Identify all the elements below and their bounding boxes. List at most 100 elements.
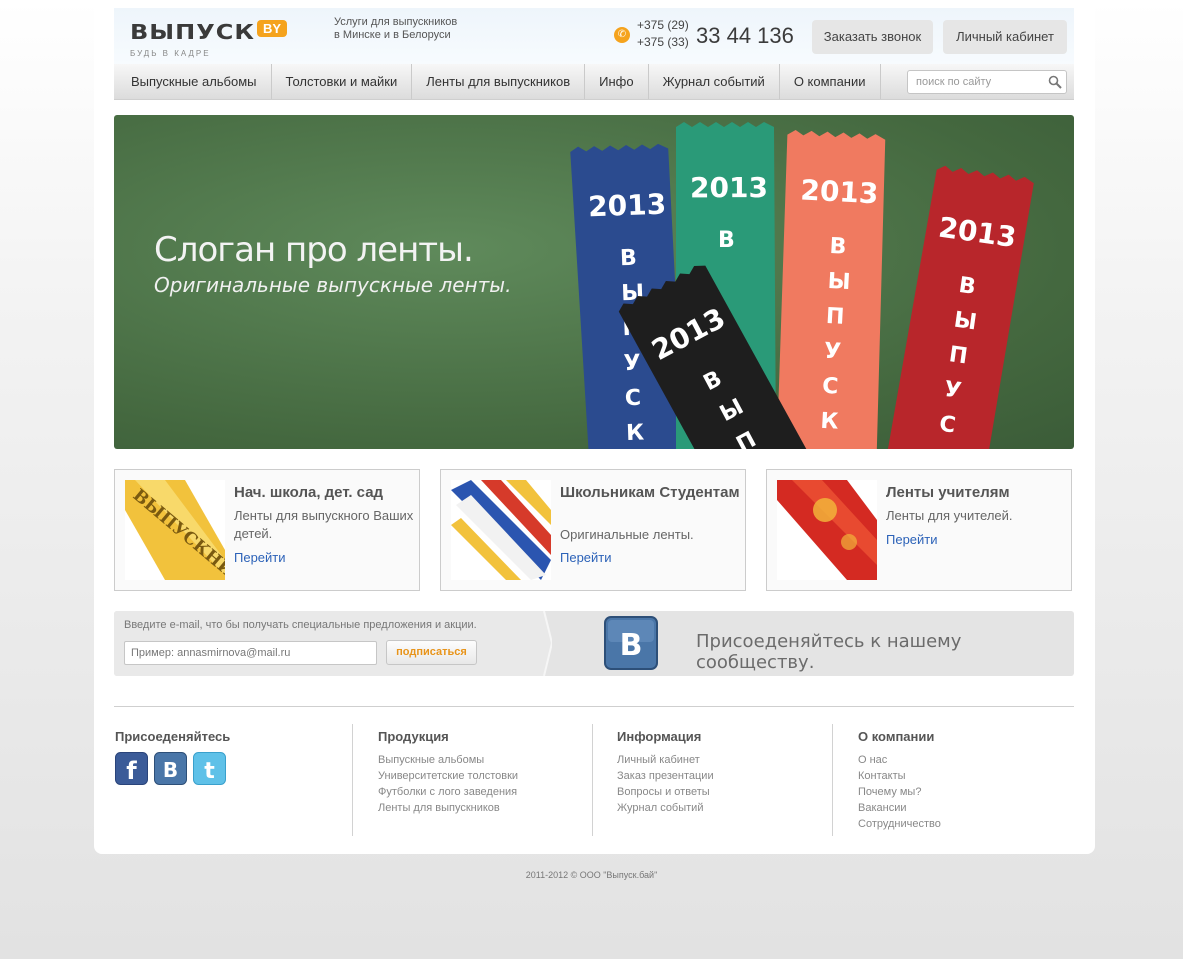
logo-tagline: БУДЬ В КАДРЕ [130, 49, 211, 58]
social-icons: f В t [115, 752, 351, 785]
site-logo[interactable]: ВЫПУСК BY БУДЬ В КАДРЕ [130, 18, 288, 58]
card-link[interactable]: Перейти [234, 550, 286, 565]
svg-text:У: У [623, 351, 641, 377]
facebook-icon[interactable]: f [115, 752, 148, 785]
card-link[interactable]: Перейти [560, 550, 612, 565]
svg-text:У: У [943, 377, 963, 404]
site-tagline: Услуги для выпускников в Минске и в Бело… [334, 16, 474, 42]
footer-link[interactable]: Контакты [858, 768, 1072, 784]
ribbons-illustration: 2013 В Ы П У С К 2013 В 2013 В Ы П У С К [570, 122, 1034, 449]
subscribe-bar: Введите e-mail, что бы получать специаль… [114, 611, 1074, 676]
svg-text:f: f [126, 757, 137, 785]
footer-link[interactable]: Сотрудничество [858, 816, 1072, 832]
footer-link[interactable]: Университетские толстовки [378, 768, 592, 784]
email-field[interactable]: Пример: annasmirnova@mail.ru [124, 641, 377, 665]
footer-heading: О компании [858, 729, 935, 744]
nav-item-info[interactable]: Инфо [585, 64, 649, 99]
search-input[interactable]: поиск по сайту [907, 70, 1067, 94]
phone-code: +375 (29) [637, 18, 689, 32]
svg-text:В: В [163, 758, 178, 782]
svg-text:Ы: Ы [827, 269, 851, 295]
card-teachers[interactable]: Ленты учителям Ленты для учителей. Перей… [766, 469, 1072, 591]
footer-link[interactable]: Вопросы и ответы [617, 784, 832, 800]
footer-link[interactable]: Выпускные альбомы [378, 752, 592, 768]
svg-text:П: П [947, 342, 969, 369]
subscribe-form: Введите e-mail, что бы получать специаль… [114, 611, 544, 676]
footer-col-social: Присоеденяйтесь f В t [115, 724, 351, 836]
card-kindergarten[interactable]: ВЫПУСКНИ Нач. школа, дет. сад Ленты для … [114, 469, 420, 591]
nav-item-events[interactable]: Журнал событий [649, 64, 780, 99]
card-title: Ленты учителям [886, 484, 1010, 501]
card-description: Ленты для учителей. [886, 508, 1013, 523]
svg-text:В: В [620, 246, 638, 272]
logo-text: ВЫПУСК [130, 20, 255, 44]
svg-text:С: С [822, 374, 839, 400]
svg-text:В: В [829, 234, 847, 260]
footer-col-products: Продукция Выпускные альбомы Университетс… [352, 724, 592, 836]
phone-code: +375 (33) [637, 35, 689, 49]
card-image [451, 480, 551, 580]
personal-cabinet-button[interactable]: Личный кабинет [943, 20, 1067, 54]
nav-item-hoodies[interactable]: Толстовки и майки [272, 64, 413, 99]
svg-text:С: С [938, 412, 957, 439]
footer-link[interactable]: Заказ презентации [617, 768, 832, 784]
main-nav: Выпускные альбомы Толстовки и майки Лент… [114, 64, 1074, 100]
card-link[interactable]: Перейти [886, 532, 938, 547]
svg-text:С: С [624, 386, 641, 412]
footer-heading: Информация [617, 729, 702, 744]
svg-text:К: К [820, 409, 839, 435]
footer-col-about: О компании О нас Контакты Почему мы? Вак… [832, 724, 1072, 836]
footer-link[interactable]: О нас [858, 752, 1072, 768]
card-description: Оригинальные ленты. [560, 527, 694, 542]
svg-text:Ы: Ы [952, 308, 978, 336]
svg-text:В: В [620, 628, 643, 663]
footer-link[interactable]: Футболки с лого заведения [378, 784, 592, 800]
subscribe-button[interactable]: подписаться [386, 640, 477, 665]
footer-link[interactable]: Вакансии [858, 800, 1072, 816]
footer-link[interactable]: Почему мы? [858, 784, 1072, 800]
ribbon-year: 2013 [690, 171, 768, 204]
hero-banner[interactable]: Слоган про ленты. Оригинальные выпускные… [114, 115, 1074, 449]
phone-icon: ✆ [614, 27, 630, 43]
tagline-line: в Минске и в Белоруси [334, 29, 451, 41]
phone-number: 33 44 136 [696, 23, 794, 48]
arrow-divider-icon [528, 611, 552, 676]
card-title: Нач. школа, дет. сад [234, 484, 384, 501]
site-header: ВЫПУСК BY БУДЬ В КАДРЕ Услуги для выпускн… [114, 8, 1074, 64]
card-students[interactable]: Школьникам Студентам Оригинальные ленты.… [440, 469, 746, 591]
svg-text:В: В [718, 228, 735, 253]
card-description: Ленты для выпускного Ваших детей. [234, 508, 414, 541]
search-placeholder: поиск по сайту [916, 76, 992, 88]
tagline-line: Услуги для выпускников [334, 16, 458, 28]
nav-item-ribbons[interactable]: Ленты для выпускников [412, 64, 586, 99]
footer-link[interactable]: Личный кабинет [617, 752, 832, 768]
logo-badge: BY [256, 20, 288, 37]
vk-small-icon[interactable]: В [154, 752, 187, 785]
ribbon-red: 2013 В Ы П У С [885, 165, 1034, 449]
subscribe-label: Введите e-mail, что бы получать специаль… [124, 619, 477, 631]
svg-text:К: К [626, 421, 645, 447]
phone-codes: +375 (29) +375 (33) [637, 17, 689, 51]
card-image [777, 480, 877, 580]
footer-link[interactable]: Журнал событий [617, 800, 832, 816]
ribbon-year: 2013 [800, 173, 880, 210]
nav-item-about[interactable]: О компании [780, 64, 881, 99]
join-community-text[interactable]: Присоеденяйтесь к нашему сообществу. [696, 631, 1074, 673]
svg-text:У: У [823, 339, 841, 365]
ribbon-salmon: 2013 В Ы П У С К [776, 130, 886, 449]
card-title: Школьникам Студентам [560, 484, 740, 501]
footer-divider [114, 706, 1074, 707]
order-call-button[interactable]: Заказать звонок [812, 20, 933, 54]
search-icon[interactable] [1048, 75, 1062, 89]
footer-col-info: Информация Личный кабинет Заказ презента… [592, 724, 832, 836]
svg-text:t: t [204, 759, 215, 784]
footer-link[interactable]: Ленты для выпускников [378, 800, 592, 816]
footer-heading: Продукция [378, 729, 449, 744]
svg-text:В: В [957, 273, 977, 300]
twitter-icon[interactable]: t [193, 752, 226, 785]
ribbon-year: 2013 [588, 188, 667, 224]
svg-text:П: П [825, 304, 845, 330]
vk-icon[interactable]: В [604, 616, 658, 670]
nav-item-albums[interactable]: Выпускные альбомы [114, 64, 272, 99]
footer-heading: Присоеденяйтесь [115, 729, 231, 744]
